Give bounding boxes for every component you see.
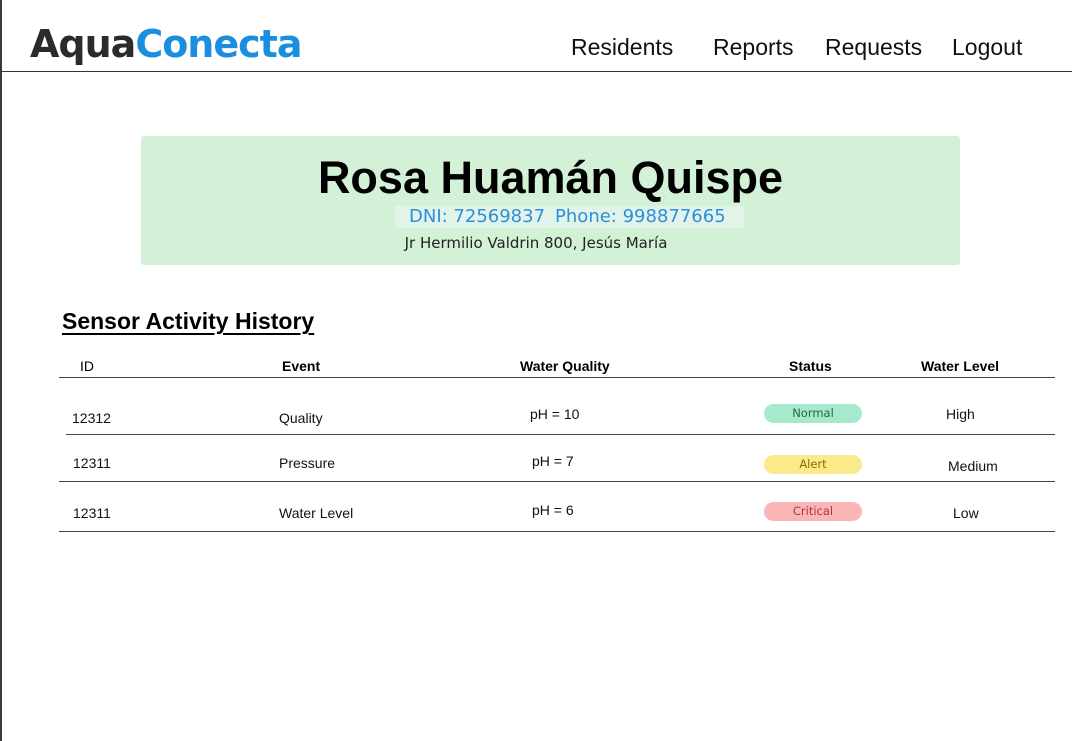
cell-water-quality: pH = 10 — [530, 406, 580, 422]
status-badge-normal: Normal — [764, 404, 862, 423]
logo-part-conecta: Conecta — [135, 22, 302, 66]
cell-id: 12312 — [72, 410, 111, 426]
status-badge-critical: Critical — [764, 502, 862, 521]
nav-requests[interactable]: Requests — [825, 34, 922, 61]
resident-address: Jr Hermilio Valdrin 800, Jesús María — [404, 234, 668, 252]
nav-residents[interactable]: Residents — [571, 34, 673, 61]
resident-phone: Phone: 998877665 — [555, 206, 726, 227]
status-badge-alert: Alert — [764, 455, 862, 474]
resident-dni: DNI: 72569837 — [409, 206, 546, 227]
column-header-water-quality: Water Quality — [520, 358, 610, 374]
table-header-divider — [59, 377, 1055, 378]
cell-water-quality: pH = 7 — [532, 453, 574, 469]
header-divider — [2, 71, 1072, 72]
nav-logout[interactable]: Logout — [952, 34, 1022, 61]
cell-event: Water Level — [279, 505, 354, 521]
resident-name: Rosa Huamán Quispe — [317, 152, 784, 203]
row-divider — [66, 434, 1055, 435]
cell-id: 12311 — [73, 505, 111, 521]
cell-event: Quality — [279, 410, 323, 426]
nav-reports[interactable]: Reports — [713, 34, 794, 61]
cell-water-level: Medium — [948, 458, 998, 474]
column-header-id: ID — [80, 358, 94, 374]
column-header-event: Event — [282, 358, 321, 374]
logo-part-aqua: Aqua — [30, 22, 136, 66]
column-header-status: Status — [789, 358, 832, 374]
app-logo[interactable]: AquaConecta — [30, 22, 302, 66]
cell-event: Pressure — [279, 455, 336, 471]
section-title: Sensor Activity History — [62, 308, 315, 334]
resident-contact: DNI: 72569837 Phone: 998877665 — [395, 206, 744, 228]
resident-card: Rosa Huamán Quispe DNI: 72569837 Phone: 9… — [141, 136, 960, 265]
cell-id: 12311 — [73, 455, 111, 471]
column-header-water-level: Water Level — [921, 358, 1000, 374]
row-divider — [59, 531, 1055, 532]
cell-water-level: High — [946, 406, 975, 422]
row-divider — [59, 481, 1055, 482]
cell-water-level: Low — [953, 505, 979, 521]
cell-water-quality: pH = 6 — [532, 502, 574, 518]
